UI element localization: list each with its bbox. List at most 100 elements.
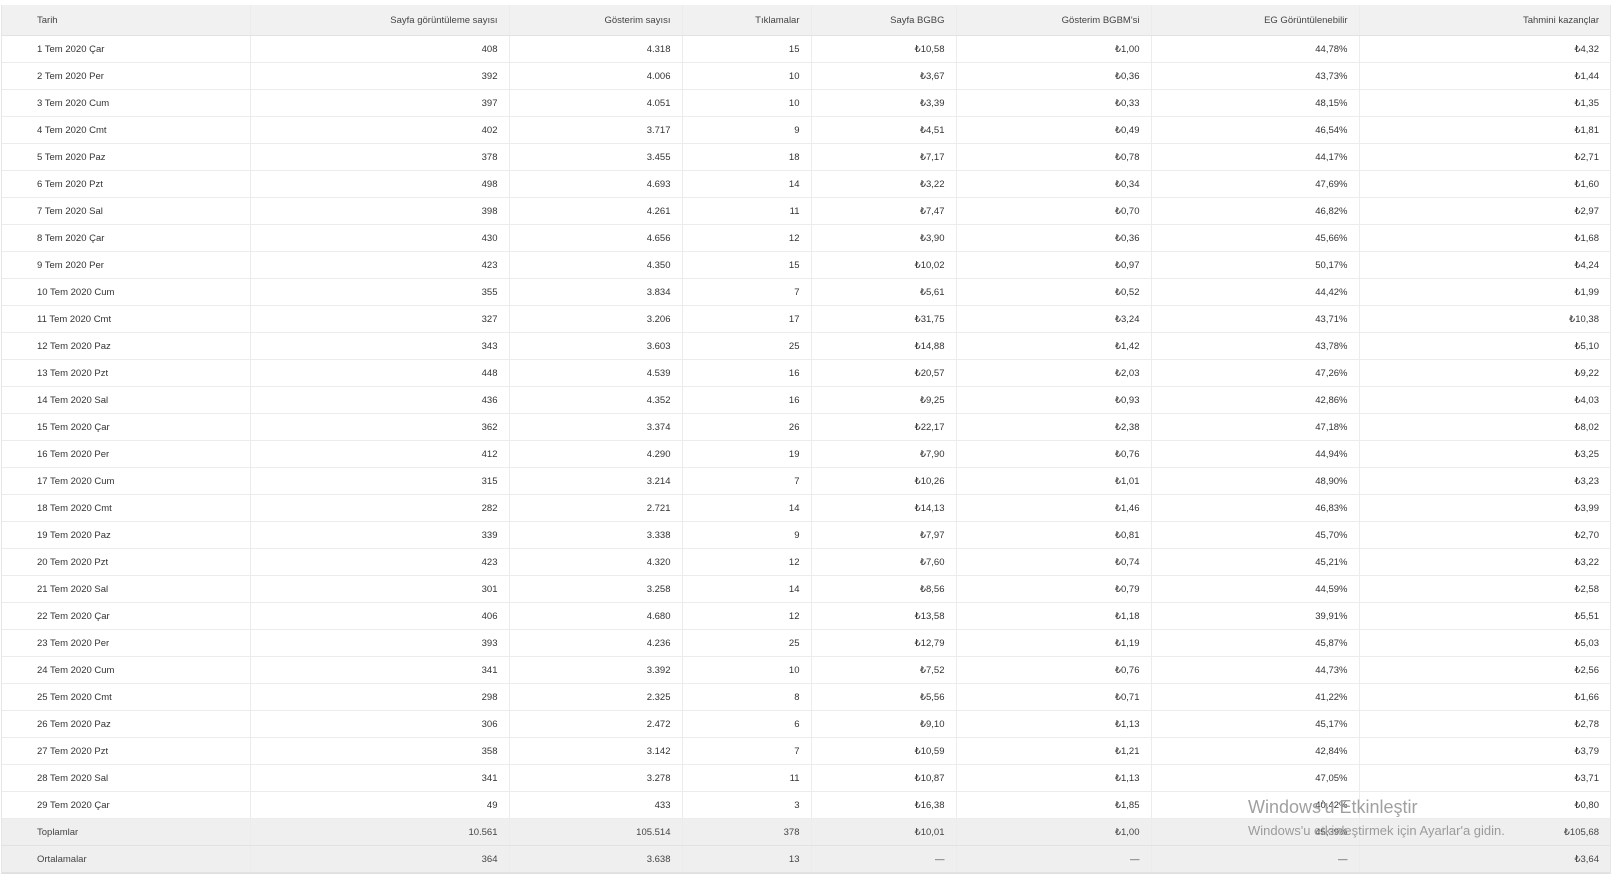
cell-impression-rpm: ₺0,71 xyxy=(956,683,1152,711)
cell-active-view-viewable: 44,78% xyxy=(1151,35,1360,63)
cell-date: 10 Tem 2020 Cum xyxy=(2,278,251,306)
table-row: 25 Tem 2020 Cmt 298 2.325 8 ₺5,56 ₺0,71 41,22%… xyxy=(2,683,1610,711)
cell-page-views: 355 xyxy=(250,278,510,306)
column-header-active-view-viewable[interactable]: EG Görüntülenebilir xyxy=(1151,5,1360,36)
cell-page-views: 397 xyxy=(250,89,510,117)
cell-clicks: 19 xyxy=(682,440,812,468)
cell-date: 6 Tem 2020 Pzt xyxy=(2,170,251,198)
cell-page-rpm: ₺3,22 xyxy=(811,170,957,198)
cell-clicks: 11 xyxy=(682,764,812,792)
cell-clicks: 12 xyxy=(682,548,812,576)
cell-page-views: 498 xyxy=(250,170,510,198)
cell-clicks: 9 xyxy=(682,521,812,549)
table-row: 21 Tem 2020 Sal 301 3.258 14 ₺8,56 ₺0,79 44,59… xyxy=(2,575,1610,603)
cell-impressions: 2.721 xyxy=(509,494,683,522)
cell-clicks: 3 xyxy=(682,791,812,819)
cell-clicks: 18 xyxy=(682,143,812,171)
cell-page-rpm: ₺7,90 xyxy=(811,440,957,468)
cell-active-view-viewable: 44,17% xyxy=(1151,143,1360,171)
cell-estimated-earnings: ₺10,38 xyxy=(1359,305,1610,333)
cell-active-view-viewable: 47,69% xyxy=(1151,170,1360,198)
cell-impression-rpm: ₺1,00 xyxy=(956,35,1152,63)
column-header-estimated-earnings[interactable]: Tahmini kazançlar xyxy=(1359,5,1610,36)
cell-impression-rpm: ₺1,13 xyxy=(956,710,1152,738)
cell-impression-rpm: ₺0,79 xyxy=(956,575,1152,603)
cell-active-view-viewable: 43,71% xyxy=(1151,305,1360,333)
table-row: 8 Tem 2020 Çar 430 4.656 12 ₺3,90 ₺0,36 45,66%… xyxy=(2,224,1610,252)
cell-impressions: 4.006 xyxy=(509,62,683,90)
cell-page-views: 49 xyxy=(250,791,510,819)
cell-estimated-earnings: ₺1,81 xyxy=(1359,116,1610,144)
cell-active-view-viewable: 45,87% xyxy=(1151,629,1360,657)
cell-estimated-earnings: ₺1,60 xyxy=(1359,170,1610,198)
column-header-impression-rpm[interactable]: Gösterim BGBM'si xyxy=(956,5,1152,36)
cell-active-view-viewable: 45,70% xyxy=(1151,521,1360,549)
cell-estimated-earnings: ₺4,32 xyxy=(1359,35,1610,63)
cell-clicks: 8 xyxy=(682,683,812,711)
cell-page-views: 448 xyxy=(250,359,510,387)
cell-date: 18 Tem 2020 Cmt xyxy=(2,494,251,522)
cell-page-views: 423 xyxy=(250,548,510,576)
cell-active-view-viewable: 44,94% xyxy=(1151,440,1360,468)
averages-cell-impression-rpm: — xyxy=(956,845,1152,873)
cell-active-view-viewable: 41,22% xyxy=(1151,683,1360,711)
cell-active-view-viewable: 42,84% xyxy=(1151,737,1360,765)
cell-estimated-earnings: ₺8,02 xyxy=(1359,413,1610,441)
cell-page-rpm: ₺4,51 xyxy=(811,116,957,144)
cell-estimated-earnings: ₺9,22 xyxy=(1359,359,1610,387)
column-header-page-rpm[interactable]: Sayfa BGBG xyxy=(811,5,957,36)
cell-impression-rpm: ₺0,81 xyxy=(956,521,1152,549)
cell-page-views: 436 xyxy=(250,386,510,414)
cell-page-views: 306 xyxy=(250,710,510,738)
column-header-date[interactable]: Tarih xyxy=(2,5,251,36)
cell-clicks: 25 xyxy=(682,332,812,360)
cell-page-views: 393 xyxy=(250,629,510,657)
column-header-clicks[interactable]: Tıklamalar xyxy=(682,5,812,36)
cell-clicks: 12 xyxy=(682,602,812,630)
column-header-impressions[interactable]: Gösterim sayısı xyxy=(509,5,683,36)
cell-clicks: 15 xyxy=(682,35,812,63)
cell-estimated-earnings: ₺1,68 xyxy=(1359,224,1610,252)
table-row: 29 Tem 2020 Çar 49 433 3 ₺16,38 ₺1,85 40,42% ₺0… xyxy=(2,791,1610,819)
cell-active-view-viewable: 46,83% xyxy=(1151,494,1360,522)
cell-clicks: 14 xyxy=(682,494,812,522)
cell-estimated-earnings: ₺3,23 xyxy=(1359,467,1610,495)
cell-date: 15 Tem 2020 Çar xyxy=(2,413,251,441)
cell-page-views: 301 xyxy=(250,575,510,603)
cell-impression-rpm: ₺1,13 xyxy=(956,764,1152,792)
totals-cell-estimated-earnings: ₺105,68 xyxy=(1359,818,1610,846)
cell-active-view-viewable: 47,18% xyxy=(1151,413,1360,441)
table-row: 6 Tem 2020 Pzt 498 4.693 14 ₺3,22 ₺0,34 47,69%… xyxy=(2,170,1610,198)
cell-active-view-viewable: 40,42% xyxy=(1151,791,1360,819)
column-header-page-views[interactable]: Sayfa görüntüleme sayısı xyxy=(250,5,510,36)
cell-page-rpm: ₺14,13 xyxy=(811,494,957,522)
table-row: 14 Tem 2020 Sal 436 4.352 16 ₺9,25 ₺0,93 42,86… xyxy=(2,386,1610,414)
table-header: Tarih Sayfa görüntüleme sayısı Gösterim sa… xyxy=(2,5,1610,36)
cell-estimated-earnings: ₺5,10 xyxy=(1359,332,1610,360)
cell-estimated-earnings: ₺5,51 xyxy=(1359,602,1610,630)
cell-active-view-viewable: 45,17% xyxy=(1151,710,1360,738)
cell-page-rpm: ₺10,02 xyxy=(811,251,957,279)
cell-date: 24 Tem 2020 Cum xyxy=(2,656,251,684)
cell-impressions: 3.603 xyxy=(509,332,683,360)
cell-clicks: 10 xyxy=(682,62,812,90)
header-row: Tarih Sayfa görüntüleme sayısı Gösterim sa… xyxy=(2,5,1610,36)
cell-impressions: 4.656 xyxy=(509,224,683,252)
cell-impression-rpm: ₺0,93 xyxy=(956,386,1152,414)
cell-impressions: 4.051 xyxy=(509,89,683,117)
cell-impression-rpm: ₺2,03 xyxy=(956,359,1152,387)
table-row: 4 Tem 2020 Cmt 402 3.717 9 ₺4,51 ₺0,49 46,54% ₺… xyxy=(2,116,1610,144)
cell-active-view-viewable: 39,91% xyxy=(1151,602,1360,630)
table-row: 26 Tem 2020 Paz 306 2.472 6 ₺9,10 ₺1,13 45,17%… xyxy=(2,710,1610,738)
cell-active-view-viewable: 48,90% xyxy=(1151,467,1360,495)
cell-impressions: 4.352 xyxy=(509,386,683,414)
totals-row: Toplamlar 10.561 105.514 378 ₺10,01 ₺1,00 45,3… xyxy=(2,818,1610,846)
cell-page-rpm: ₺3,39 xyxy=(811,89,957,117)
table-row: 12 Tem 2020 Paz 343 3.603 25 ₺14,88 ₺1,42 43,7… xyxy=(2,332,1610,360)
averages-row: Ortalamalar 364 3.638 13— — — ₺3,64 xyxy=(2,845,1610,873)
totals-cell-date: Toplamlar xyxy=(2,818,251,846)
cell-impression-rpm: ₺0,36 xyxy=(956,62,1152,90)
cell-date: 13 Tem 2020 Pzt xyxy=(2,359,251,387)
cell-impression-rpm: ₺1,42 xyxy=(956,332,1152,360)
cell-page-views: 339 xyxy=(250,521,510,549)
